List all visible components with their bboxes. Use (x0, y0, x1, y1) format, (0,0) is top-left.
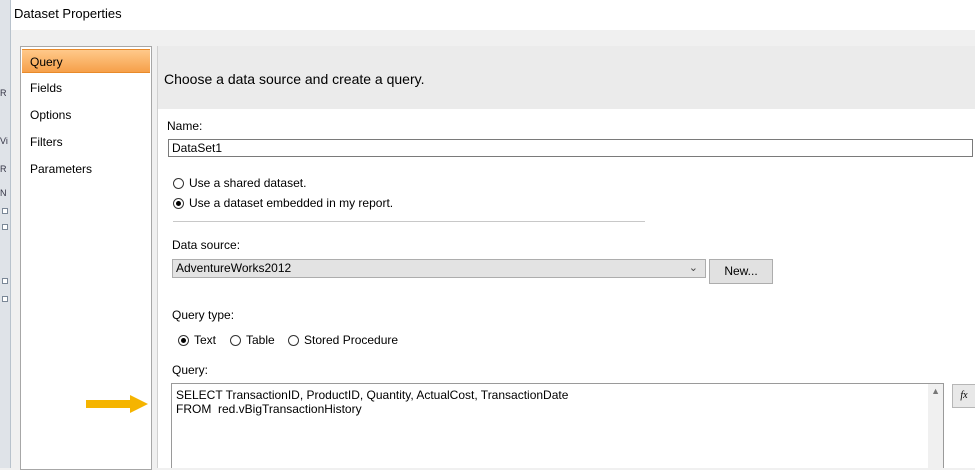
query-scrollbar[interactable]: ▲ (928, 384, 943, 469)
background-glyph: R (0, 88, 7, 98)
name-label: Name: (167, 119, 203, 133)
query-line: SELECT TransactionID, ProductID, Quantit… (176, 388, 569, 402)
shared-dataset-label: Use a shared dataset. (189, 176, 307, 190)
background-glyph: Vi (0, 136, 8, 146)
annotation-arrow-icon (86, 395, 148, 413)
radio-checked-icon[interactable] (173, 197, 184, 209)
divider (173, 221, 645, 222)
tree-expander-icon (2, 208, 8, 214)
window-title: Dataset Properties (14, 6, 122, 21)
name-field[interactable]: DataSet1 (168, 139, 973, 157)
query-type-table-label: Table (246, 333, 275, 347)
query-type-table-option[interactable]: Table (230, 331, 275, 349)
background-app-edge: R Vi R N (0, 0, 11, 468)
tree-expander-icon (2, 278, 8, 284)
nav-item-query[interactable]: Query (22, 49, 150, 73)
background-glyph: N (0, 188, 7, 198)
radio-checked-icon[interactable] (178, 334, 189, 346)
tree-expander-icon (2, 296, 8, 302)
query-page: Choose a data source and create a query.… (157, 46, 975, 469)
embedded-dataset-label: Use a dataset embedded in my report. (189, 196, 394, 210)
query-type-label: Query type: (172, 308, 235, 322)
query-line: FROM red.vBigTransactionHistory (176, 402, 362, 416)
page-heading: Choose a data source and create a query. (164, 71, 425, 87)
shared-dataset-option[interactable]: Use a shared dataset. (173, 174, 306, 192)
data-source-select[interactable]: AdventureWorks2012 ⌄ (172, 259, 706, 278)
nav-item-parameters[interactable]: Parameters (22, 157, 150, 181)
data-source-value: AdventureWorks2012 (176, 261, 292, 275)
data-source-label: Data source: (172, 238, 241, 252)
radio-unchecked-icon[interactable] (173, 177, 184, 189)
page-header: Choose a data source and create a query. (158, 46, 975, 109)
annotation-arrow-shape (86, 395, 148, 413)
scroll-up-icon[interactable]: ▲ (931, 386, 940, 396)
radio-unchecked-icon[interactable] (230, 334, 241, 346)
expression-button[interactable]: fx (952, 384, 975, 408)
nav-item-options[interactable]: Options (22, 103, 150, 127)
radio-unchecked-icon[interactable] (288, 334, 299, 346)
embedded-dataset-option[interactable]: Use a dataset embedded in my report. (173, 194, 393, 212)
query-type-stored-procedure-label: Stored Procedure (304, 333, 399, 347)
tree-expander-icon (2, 224, 8, 230)
nav-item-fields[interactable]: Fields (22, 76, 150, 100)
query-label: Query: (172, 363, 209, 377)
background-glyph: R (0, 164, 7, 174)
query-text-area[interactable]: SELECT TransactionID, ProductID, Quantit… (171, 383, 944, 469)
nav-item-filters[interactable]: Filters (22, 130, 150, 154)
query-type-text-label: Text (194, 333, 217, 347)
query-type-text-option[interactable]: Text (178, 331, 216, 349)
new-data-source-button[interactable]: New... (709, 259, 773, 284)
chevron-down-icon: ⌄ (688, 262, 698, 274)
title-bar: Dataset Properties (0, 0, 975, 30)
query-type-stored-procedure-option[interactable]: Stored Procedure (288, 331, 398, 349)
